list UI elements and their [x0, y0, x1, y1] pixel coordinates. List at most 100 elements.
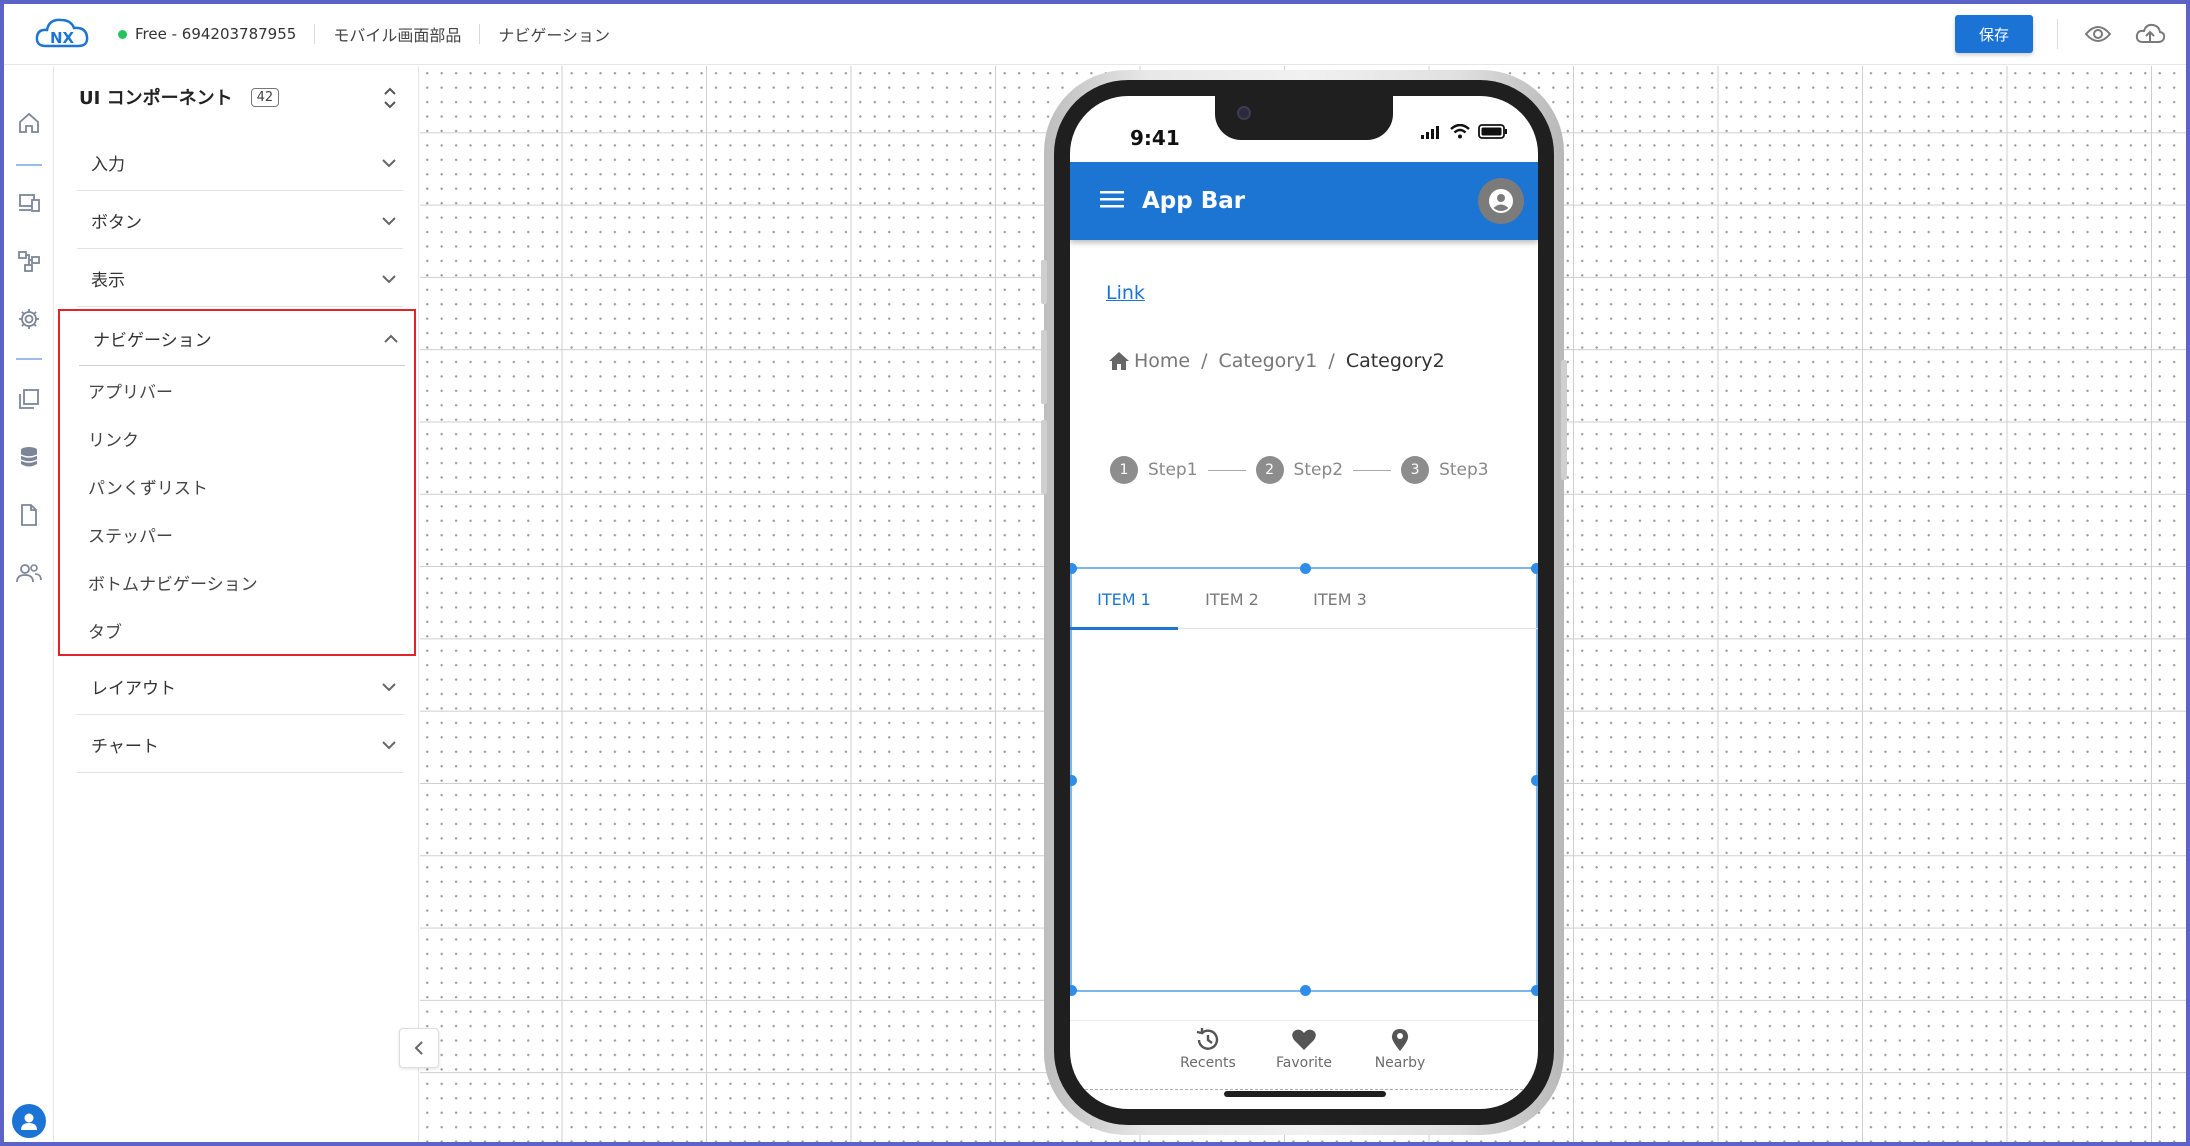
- status-time: 9:41: [1130, 126, 1180, 150]
- resize-handle[interactable]: [1070, 775, 1077, 786]
- accordion-display[interactable]: 表示: [77, 250, 403, 307]
- app-bar-title: App Bar: [1142, 188, 1246, 214]
- battery-icon: [1478, 124, 1507, 139]
- step-number: 2: [1255, 456, 1284, 484]
- database-icon[interactable]: [14, 442, 44, 472]
- chevron-down-icon: [381, 211, 397, 230]
- hamburger-menu-icon[interactable]: [1100, 190, 1124, 212]
- header-actions: 保存: [1955, 15, 2166, 53]
- resize-handle[interactable]: [1070, 985, 1077, 996]
- app-window: NX Free - 694203787955 モバイル画面部品 ナビゲーション …: [0, 0, 2190, 1146]
- preview-eye-icon[interactable]: [2082, 18, 2114, 50]
- bottom-nav-label: Favorite: [1276, 1055, 1332, 1071]
- breadcrumb-home[interactable]: Home: [1134, 350, 1190, 372]
- chevron-down-icon: [381, 735, 397, 754]
- left-icon-bar: [4, 66, 54, 1142]
- breadcrumb-separator: /: [1328, 350, 1335, 372]
- accordion-label: 入力: [91, 154, 125, 175]
- components-icon[interactable]: [14, 384, 44, 414]
- bottom-navigation: Recents Favorite Nearby: [1070, 1020, 1538, 1090]
- tab-item-1[interactable]: ITEM 1: [1070, 569, 1178, 630]
- nx-logo[interactable]: NX: [34, 14, 90, 54]
- component-stepper[interactable]: ステッパー: [88, 522, 173, 547]
- component-bottom-navigation[interactable]: ボトムナビゲーション: [88, 570, 258, 595]
- devices-icon[interactable]: [14, 188, 44, 218]
- step-1[interactable]: 1 Step1: [1110, 456, 1198, 484]
- tabs-selection-frame[interactable]: [1070, 563, 1538, 996]
- home-icon[interactable]: [14, 108, 44, 138]
- bottom-nav-recents[interactable]: Recents: [1178, 1027, 1238, 1089]
- expand-collapse-icon[interactable]: [382, 84, 398, 116]
- home-indicator: [1224, 1091, 1386, 1097]
- component-tabs[interactable]: タブ: [88, 618, 122, 643]
- account-circle-icon[interactable]: [1478, 178, 1524, 224]
- phone-screen: 9:41 App Bar Link Home / Category1 / Cat…: [1070, 96, 1538, 1109]
- accordion-button[interactable]: ボタン: [77, 192, 403, 249]
- component-link[interactable]: リンク: [88, 426, 139, 451]
- accordion-layout[interactable]: レイアウト: [77, 658, 403, 715]
- component-count-badge: 42: [250, 87, 280, 107]
- resize-handle[interactable]: [1531, 985, 1538, 996]
- step-label: Step1: [1148, 460, 1198, 480]
- chevron-down-icon: [381, 677, 397, 696]
- header-divider: [314, 24, 316, 44]
- bottom-nav-favorite[interactable]: Favorite: [1274, 1027, 1334, 1089]
- save-button[interactable]: 保存: [1955, 15, 2033, 53]
- phone-notch: [1215, 96, 1393, 140]
- chevron-up-icon: [383, 329, 399, 348]
- accordion-label: レイアウト: [91, 678, 176, 699]
- step-2[interactable]: 2 Step2: [1255, 456, 1344, 484]
- breadcrumb-project[interactable]: モバイル画面部品: [333, 22, 461, 46]
- bottom-nav-nearby[interactable]: Nearby: [1370, 1027, 1430, 1089]
- location-pin-icon: [1391, 1029, 1409, 1051]
- tab-item-2[interactable]: ITEM 2: [1178, 569, 1286, 629]
- document-icon[interactable]: [14, 500, 44, 530]
- stepper: 1 Step1 2 Step2 3 Step3: [1110, 456, 1489, 484]
- accordion-navigation[interactable]: ナビゲーション: [79, 311, 405, 366]
- bottom-nav-label: Recents: [1180, 1055, 1236, 1071]
- step-3[interactable]: 3 Step3: [1401, 456, 1489, 484]
- chevron-down-icon: [381, 269, 397, 288]
- users-icon[interactable]: [14, 558, 44, 588]
- home-icon: [1109, 352, 1129, 370]
- wifi-icon: [1450, 124, 1470, 139]
- bottom-nav-label: Nearby: [1374, 1055, 1426, 1071]
- phone-side-button: [1041, 420, 1047, 494]
- heart-icon: [1292, 1029, 1316, 1050]
- status-icons: [1420, 124, 1508, 139]
- resize-handle[interactable]: [1300, 985, 1311, 996]
- breadcrumb-page[interactable]: ナビゲーション: [498, 22, 610, 46]
- chevron-left-icon: [414, 1041, 423, 1055]
- component-panel: UI コンポーネント 42 入力 ボタン 表示 ナビゲーション アプリバー リン…: [55, 66, 419, 1142]
- resize-handle[interactable]: [1531, 775, 1538, 786]
- accordion-label: チャート: [91, 736, 159, 757]
- history-icon: [1196, 1028, 1219, 1050]
- breadcrumb-category1[interactable]: Category1: [1219, 350, 1318, 372]
- phone-side-button: [1041, 330, 1047, 404]
- svg-text:NX: NX: [50, 29, 75, 47]
- plan-status: Free - 694203787955: [118, 25, 296, 43]
- component-app-bar[interactable]: アプリバー: [88, 378, 173, 403]
- gear-icon[interactable]: [14, 304, 44, 334]
- collapse-panel-button[interactable]: [399, 1028, 439, 1068]
- cloud-logo-icon: NX: [35, 18, 89, 48]
- icon-bar-divider: [16, 164, 42, 166]
- user-avatar-icon[interactable]: [12, 1104, 46, 1138]
- header-divider: [2057, 19, 2058, 49]
- accordion-label: 表示: [91, 270, 125, 291]
- accordion-chart[interactable]: チャート: [77, 716, 403, 773]
- chevron-down-icon: [381, 153, 397, 172]
- camera-icon: [1237, 106, 1251, 120]
- component-breadcrumb[interactable]: パンくずリスト: [88, 474, 208, 499]
- flow-diagram-icon[interactable]: [14, 246, 44, 276]
- cloud-upload-icon[interactable]: [2134, 18, 2166, 50]
- app-bar[interactable]: App Bar: [1070, 162, 1538, 240]
- step-label: Step2: [1293, 460, 1344, 480]
- plan-label: Free - 694203787955: [135, 25, 297, 43]
- sample-link[interactable]: Link: [1106, 282, 1145, 304]
- tab-item-3[interactable]: ITEM 3: [1286, 569, 1394, 629]
- step-label: Step3: [1439, 460, 1489, 480]
- accordion-input[interactable]: 入力: [77, 134, 403, 191]
- phone-side-button: [1041, 260, 1047, 304]
- accordion-label: ボタン: [91, 212, 142, 233]
